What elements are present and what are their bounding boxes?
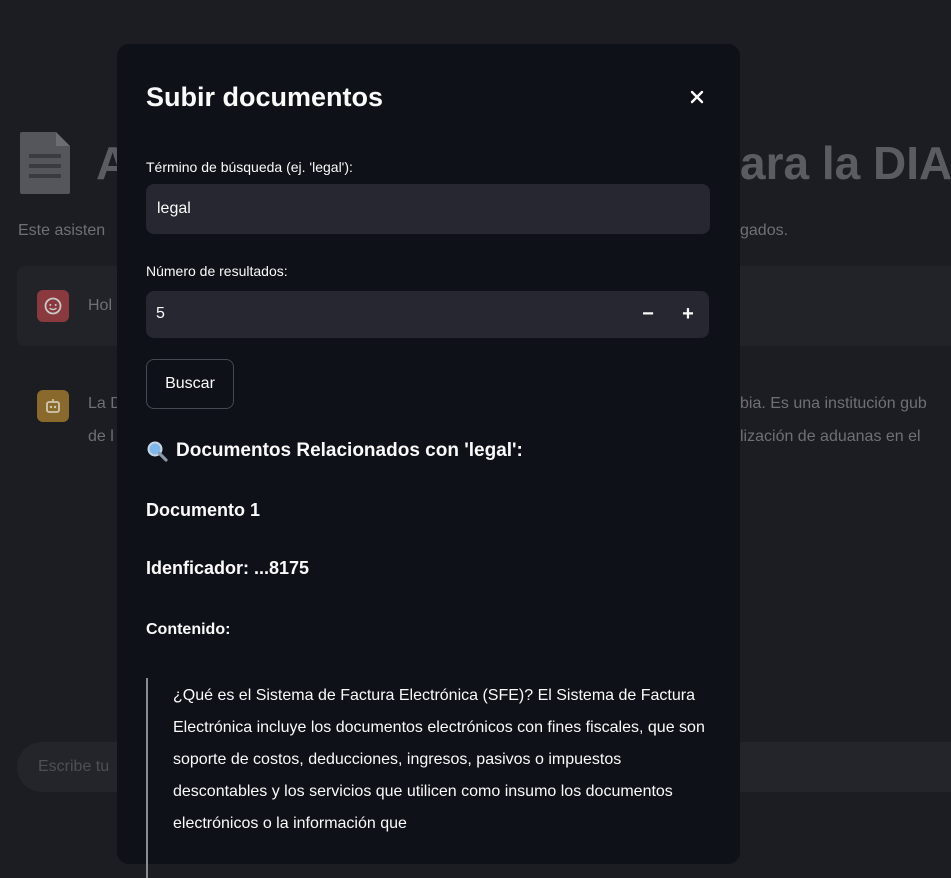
search-term-value: legal — [157, 200, 191, 217]
page-title: A — [20, 128, 129, 198]
search-button[interactable]: Buscar — [146, 359, 234, 409]
user-message-text: Hol — [88, 297, 113, 314]
page-title-continuation: ara la DIA — [740, 137, 951, 189]
bot-message-line-2-continuation: lización de aduanas en el — [740, 428, 921, 445]
user-avatar-icon — [37, 290, 69, 322]
results-count-input[interactable]: 5 − + — [146, 291, 709, 338]
results-count-value: 5 — [156, 305, 165, 322]
document-title: Documento 1 — [146, 500, 261, 520]
results-count-label: Número de resultados: — [146, 263, 288, 279]
results-heading: Documentos Relacionados con 'legal': — [146, 440, 523, 462]
document-content-text: ¿Qué es el Sistema de Factura Electrónic… — [173, 687, 705, 832]
document-id: Idenficador: ...8175 — [146, 558, 310, 578]
search-term-label: Término de búsqueda (ej. 'legal'): — [146, 159, 353, 175]
bot-message-line-2: de l — [88, 428, 114, 445]
close-icon — [690, 90, 704, 104]
dialog-title: Subir documentos — [146, 82, 384, 112]
bot-avatar-icon — [37, 390, 69, 422]
content-label: Contenido: — [146, 621, 231, 638]
close-button[interactable] — [684, 84, 710, 110]
document-content-quote: ¿Qué es el Sistema de Factura Electrónic… — [146, 678, 713, 878]
search-term-input[interactable]: legal — [146, 184, 710, 234]
upload-documents-dialog: Subir documentos Término de búsqueda (ej… — [117, 44, 740, 878]
bot-message-line-1-continuation: bia. Es una institución gub — [740, 395, 927, 412]
page-description: Este asisten — [18, 222, 106, 239]
page-description-continuation: gados. — [740, 222, 789, 239]
document-icon — [20, 132, 70, 194]
decrement-button[interactable]: − — [634, 299, 662, 329]
increment-button[interactable]: + — [674, 299, 702, 329]
chat-input-placeholder: Escribe tu — [38, 758, 110, 775]
results-heading-text: Documentos Relacionados con 'legal': — [176, 440, 523, 461]
magnifier-icon — [147, 441, 168, 462]
